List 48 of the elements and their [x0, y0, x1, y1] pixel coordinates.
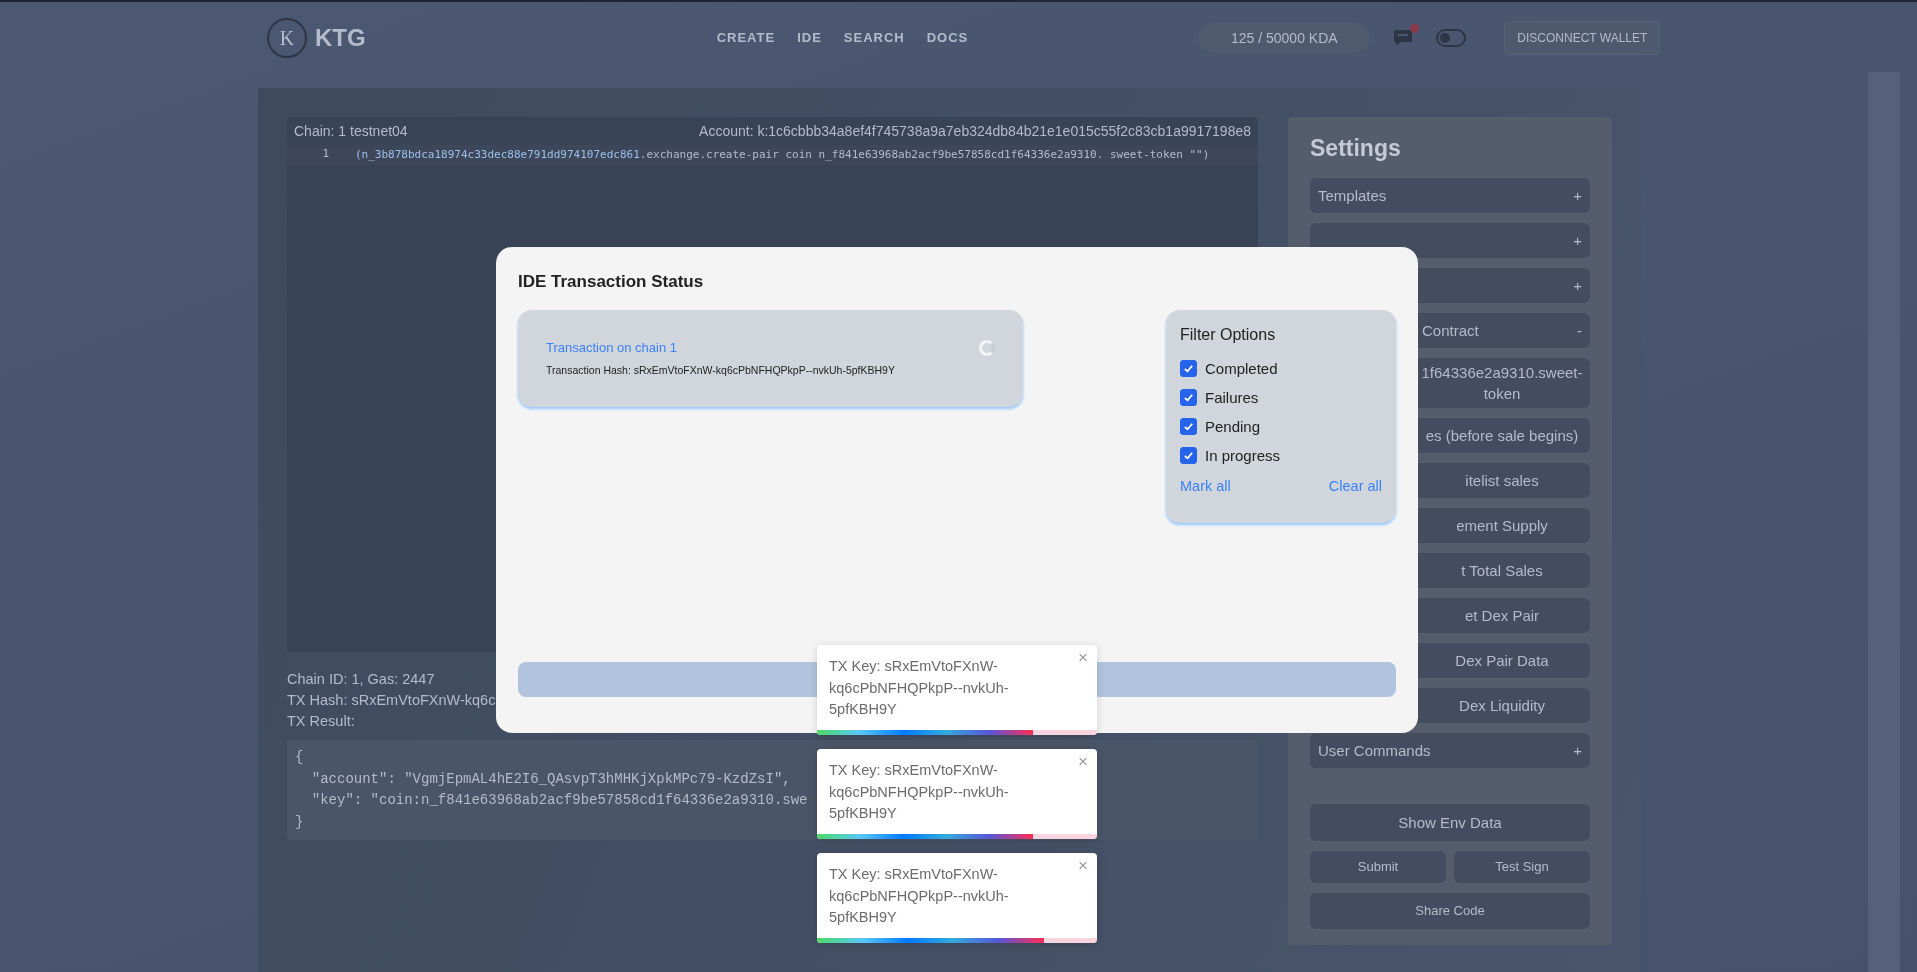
settings-section[interactable]: User Commands +: [1310, 733, 1590, 768]
checkbox[interactable]: [1180, 418, 1197, 435]
balance-pill: 125 / 50000 KDA: [1198, 23, 1371, 53]
filter-option-label[interactable]: In progress: [1205, 447, 1281, 464]
checkbox[interactable]: [1180, 360, 1197, 377]
nav-link[interactable]: IDE: [797, 27, 822, 49]
toast-text: TX Key: sRxEmVtoFXnW-kq6cPbNFHQPkpP--nvkUh-5pfKBH9Y: [829, 657, 1010, 719]
brand-name: KTG: [315, 24, 366, 52]
settings-section[interactable]: Templates +: [1310, 178, 1590, 213]
checkbox[interactable]: [1180, 389, 1197, 406]
submit-button[interactable]: Submit: [1310, 850, 1446, 883]
transaction-hash: Transaction Hash: sRxEmVtoFXnW-kq6cPbNFHQPkpP--nvkUh-5pfKBH9Y: [546, 364, 896, 376]
transaction-link[interactable]: Transaction on chain 1: [546, 340, 678, 355]
nav-link[interactable]: SEARCH: [843, 27, 905, 49]
line-number: 1: [321, 147, 330, 162]
filter-option-label[interactable]: Failures: [1205, 389, 1259, 406]
close-button[interactable]: ×: [1075, 856, 1091, 876]
show-env-button[interactable]: Show Env Data: [1310, 804, 1590, 841]
tx-hash-text: TX Hash: sRxEmVtoFXnW-kq6c: [287, 691, 496, 710]
disconnect-wallet-button[interactable]: DISCONNECT WALLET: [1504, 21, 1661, 55]
close-button[interactable]: ×: [1075, 648, 1091, 668]
dialog-title: IDE Transaction Status: [518, 272, 705, 292]
chain-gas-text: Chain ID: 1, Gas: 2447: [287, 670, 435, 689]
toast-text: TX Key: sRxEmVtoFXnW-kq6cPbNFHQPkpP--nvkUh-5pfKBH9Y: [829, 761, 1010, 823]
tx-result-label: TX Result:: [287, 712, 355, 731]
logo-icon[interactable]: K: [267, 18, 307, 58]
clear-all-link[interactable]: Clear all: [1328, 478, 1382, 494]
checkmark-icon: [1183, 450, 1194, 461]
test-sign-button[interactable]: Test Sign: [1454, 850, 1590, 883]
nav-link[interactable]: DOCS: [926, 27, 969, 49]
close-button[interactable]: ×: [1075, 752, 1091, 772]
checkmark-icon: [1183, 363, 1194, 374]
filter-title: Filter Options: [1180, 326, 1277, 344]
nav-link[interactable]: CREATE: [716, 27, 776, 49]
loading-spinner-icon: [979, 340, 995, 356]
code-line: (n_3b878bdca18974c33dec88e791dd974107edc861.exchange.create-pair coin n_f841e63968ab2acf9be57858cd1f64336e2a9310. sweet-token ""): [355, 147, 1211, 163]
filter-option-label[interactable]: Pending: [1205, 418, 1261, 435]
checkmark-icon: [1183, 421, 1194, 432]
chain-label: Chain: 1 testnet04: [294, 123, 408, 139]
settings-title: Settings: [1310, 135, 1402, 162]
share-code-button[interactable]: Share Code: [1310, 892, 1590, 929]
toast-text: TX Key: sRxEmVtoFXnW-kq6cPbNFHQPkpP--nvkUh-5pfKBH9Y: [829, 865, 1010, 927]
toggle-switch-icon[interactable]: [1436, 29, 1467, 47]
account-label: Account: k:1c6cbbb34a8ef4f745738a9a7eb324db84b21e1e015c55f2c83cb1a9917198e8: [699, 123, 1251, 139]
filter-option-label[interactable]: Completed: [1205, 360, 1278, 377]
mark-all-link[interactable]: Mark all: [1180, 478, 1231, 494]
checkbox[interactable]: [1180, 447, 1197, 464]
checkmark-icon: [1183, 392, 1194, 403]
